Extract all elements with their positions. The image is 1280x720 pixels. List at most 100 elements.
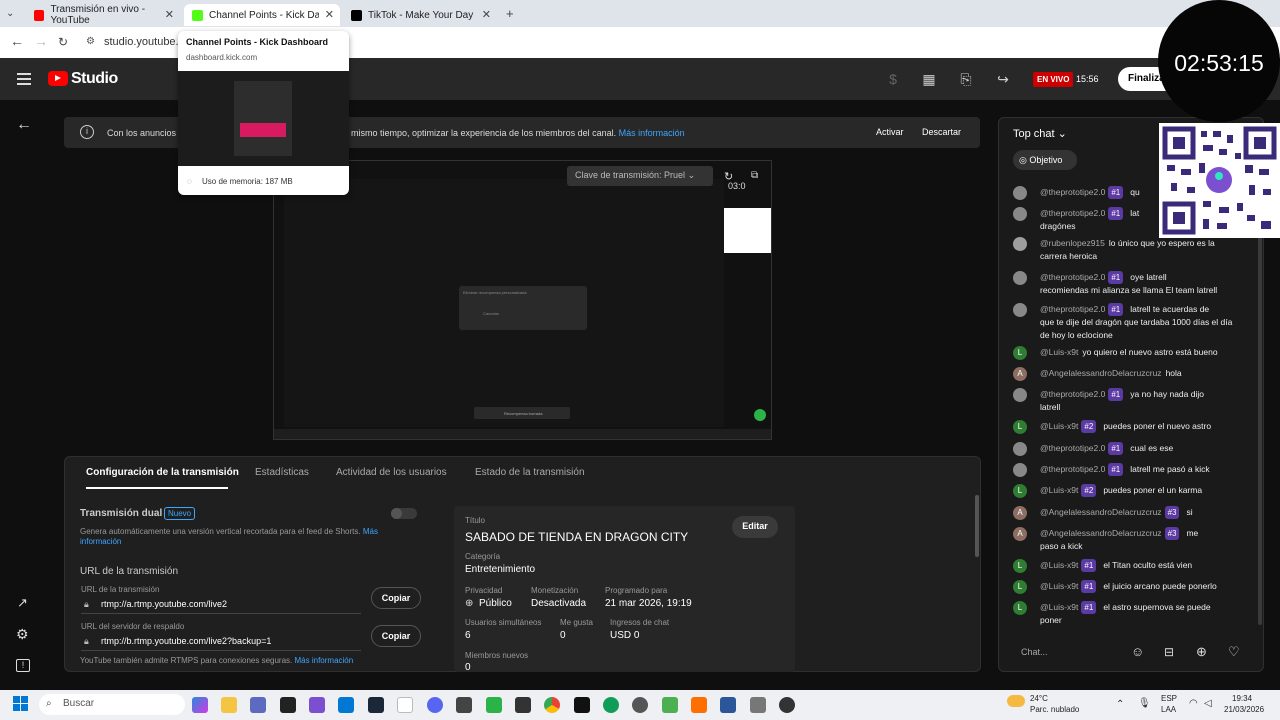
steam-icon[interactable] xyxy=(368,697,384,713)
chat-author[interactable]: @Luis-x9t xyxy=(1040,485,1078,495)
avatar[interactable]: A xyxy=(1013,367,1027,381)
chat-author[interactable]: @theprototipe2.0 xyxy=(1040,272,1105,282)
close-tab-icon[interactable]: ✕ xyxy=(325,8,334,21)
backup-url-field[interactable]: rtmp://b.rtmp.youtube.com/live2?backup=1 xyxy=(101,636,271,646)
avatar[interactable]: L xyxy=(1013,601,1027,615)
bookmark-icon[interactable]: ⎘ xyxy=(958,72,974,86)
edit-button[interactable]: Editar xyxy=(732,516,778,538)
microphone-icon[interactable]: 🎙︎ xyxy=(1138,698,1151,709)
avatar[interactable] xyxy=(1013,442,1027,456)
wifi-icon[interactable]: ◠ xyxy=(1189,698,1198,709)
objective-chip[interactable]: ◎ Objetivo xyxy=(1013,150,1077,170)
emoji-icon[interactable]: ☺ xyxy=(1131,644,1144,659)
chat-message[interactable]: @AngelalessandroDelacruzcruz #3 si xyxy=(1040,506,1240,519)
epic-games-icon[interactable] xyxy=(280,697,296,713)
activate-button[interactable]: Activar xyxy=(876,127,904,137)
chat-author[interactable]: @theprototipe2.0 xyxy=(1040,187,1105,197)
forward-icon[interactable]: → xyxy=(34,33,48,49)
dismiss-button[interactable]: Descartar xyxy=(922,127,961,137)
tab-stream-settings[interactable]: Configuración de la transmisión xyxy=(86,467,239,478)
rtmps-more-link[interactable]: Más información xyxy=(295,656,354,665)
edge-icon[interactable] xyxy=(603,697,619,713)
chat-author[interactable]: @theprototipe2.0 xyxy=(1040,304,1105,314)
avatar[interactable] xyxy=(1013,186,1027,200)
panel-scrollbar[interactable] xyxy=(975,495,979,557)
avatar[interactable] xyxy=(1013,303,1027,317)
sheets-icon[interactable] xyxy=(486,697,502,713)
stream-key-dropdown[interactable]: Clave de transmisión: Pruel ⌄ xyxy=(567,166,713,186)
chat-message[interactable]: @Luis-x9t yo quiero el nuevo astro está b… xyxy=(1040,346,1240,359)
obs-icon[interactable] xyxy=(632,697,648,713)
clock-date[interactable]: 21/03/2026 xyxy=(1224,705,1264,714)
media-player-icon[interactable] xyxy=(779,697,795,713)
back-arrow-icon[interactable]: ← xyxy=(16,116,32,134)
copy-backup-url-button[interactable]: Copiar xyxy=(371,625,421,647)
stream-url-field[interactable]: rtmp://a.rtmp.youtube.com/live2 xyxy=(101,599,227,609)
notice-more-info-link[interactable]: Más información xyxy=(619,128,685,138)
expand-icon[interactable]: ↗ xyxy=(17,595,28,611)
tray-chevron-icon[interactable]: ⌃ xyxy=(1116,699,1124,710)
chat-message[interactable]: @Luis-x9t #1 el juicio arcano puede ponerl… xyxy=(1040,580,1240,593)
chat-author[interactable]: @theprototipe2.0 xyxy=(1040,208,1105,218)
dual-stream-toggle[interactable] xyxy=(391,508,417,519)
teams-icon[interactable] xyxy=(309,697,325,713)
language[interactable]: ESP xyxy=(1161,694,1177,703)
chat-message[interactable]: @Luis-x9t #1 el astro supernova se puede po… xyxy=(1040,601,1240,627)
avatar[interactable]: L xyxy=(1013,420,1027,434)
chat-message[interactable]: @Luis-x9t #2 puedes poner el nuevo astro xyxy=(1040,420,1240,433)
chat-author[interactable]: @AngelalessandroDelacruzcruz xyxy=(1040,368,1162,378)
chat-author[interactable]: @rubenlopez915 xyxy=(1040,238,1105,248)
chrome-icon[interactable] xyxy=(544,697,560,713)
file-explorer-icon[interactable] xyxy=(221,697,237,713)
capture-icon[interactable] xyxy=(515,697,531,713)
taskbar-search[interactable]: Buscar xyxy=(39,694,185,715)
chat-author[interactable]: @Luis-x9t xyxy=(1040,347,1078,357)
stream-preview[interactable]: Eliminar recompensa personalizada Cancel… xyxy=(273,160,772,440)
chat-message[interactable]: @AngelalessandroDelacruzcruz hola xyxy=(1040,367,1240,380)
avatar[interactable]: A xyxy=(1013,506,1027,520)
language-layout[interactable]: LAA xyxy=(1161,705,1176,714)
store-icon[interactable] xyxy=(250,697,266,713)
tab-kick[interactable]: Channel Points - Kick Dashboard ✕ xyxy=(184,4,340,26)
chat-mode-dropdown[interactable]: Top chat ⌄ xyxy=(1013,127,1067,140)
monetization-icon[interactable]: $ xyxy=(885,72,901,86)
tab-youtube[interactable]: Transmisión en vivo - YouTube ✕ xyxy=(26,4,180,26)
tab-stream-health[interactable]: Estado de la transmisión xyxy=(475,467,585,478)
reload-icon[interactable]: ↻ xyxy=(58,35,68,49)
copy-url-button[interactable]: Copiar xyxy=(371,587,421,609)
avatar[interactable]: L xyxy=(1013,346,1027,360)
volume-icon[interactable]: ◁ xyxy=(1204,698,1212,709)
back-icon[interactable]: ← xyxy=(10,33,24,49)
chat-message[interactable]: @rubenlopez915 lo único que yo espero es … xyxy=(1040,237,1240,263)
cards-icon[interactable]: ▦ xyxy=(921,72,937,86)
chat-message[interactable]: @theprototipe2.0 #1 ya no hay nada dijo lat… xyxy=(1040,388,1240,414)
chat-author[interactable]: @Luis-x9t xyxy=(1040,560,1078,570)
chat-message[interactable]: @theprototipe2.0 #1 latrell me pasó a kick xyxy=(1040,463,1240,476)
brave-icon[interactable] xyxy=(691,697,707,713)
chat-message[interactable]: @Luis-x9t #1 el Titan oculto está vien xyxy=(1040,559,1240,572)
chat-author[interactable]: @theprototipe2.0 xyxy=(1040,443,1105,453)
site-info-icon[interactable]: ⚙ xyxy=(86,36,95,47)
chat-message[interactable]: @theprototipe2.0 #1 cual es ese xyxy=(1040,442,1240,455)
windows-start-icon[interactable] xyxy=(13,696,29,712)
copilot-icon[interactable] xyxy=(192,697,208,713)
chat-author[interactable]: @AngelalessandroDelacruzcruz xyxy=(1040,528,1162,538)
add-icon[interactable]: ⊕ xyxy=(1196,644,1207,660)
chat-input[interactable]: Chat... xyxy=(1013,641,1128,663)
chat-author[interactable]: @Luis-x9t xyxy=(1040,581,1078,591)
app2-icon[interactable] xyxy=(750,697,766,713)
super-chat-icon[interactable]: ⊟ xyxy=(1164,645,1174,659)
discord-icon[interactable] xyxy=(427,697,443,713)
notepad-icon[interactable] xyxy=(397,697,413,713)
heart-icon[interactable]: ♡ xyxy=(1228,644,1240,660)
clock-time[interactable]: 19:34 xyxy=(1232,694,1252,703)
settings-icon[interactable]: ⚙ xyxy=(16,626,29,643)
chat-message[interactable]: @theprototipe2.0 #1 latrell te acuerdas de… xyxy=(1040,303,1240,342)
avatar[interactable] xyxy=(1013,237,1027,251)
copy-icon[interactable]: ⧉ xyxy=(751,170,758,181)
avatar[interactable]: L xyxy=(1013,559,1027,573)
dual-more-link-b[interactable]: información xyxy=(80,537,121,546)
tab-user-activity[interactable]: Actividad de los usuarios xyxy=(336,467,447,478)
mail-icon[interactable] xyxy=(338,697,354,713)
word-icon[interactable] xyxy=(720,697,736,713)
